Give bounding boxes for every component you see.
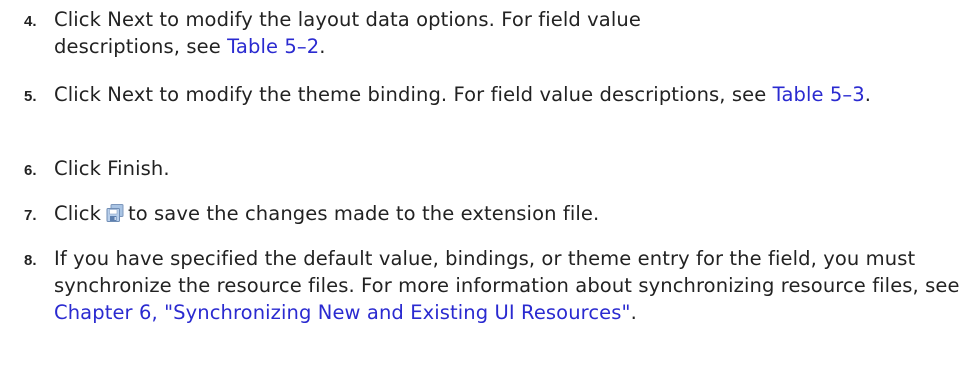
step-text-after: to save the changes made to the extensio… bbox=[127, 202, 600, 225]
step-text-after: . bbox=[630, 301, 637, 324]
step-number: 4. bbox=[24, 13, 37, 30]
step-text-before: Click bbox=[54, 202, 101, 225]
step-text: Click to save the changes made to the ex… bbox=[54, 200, 974, 227]
step-text-before: Click Next to modify the theme binding. … bbox=[54, 83, 773, 106]
step-number: 5. bbox=[24, 88, 37, 105]
step-number: 7. bbox=[24, 207, 37, 224]
table-5-3-link[interactable]: Table 5–3 bbox=[773, 83, 865, 106]
step-text: Click Next to modify the theme binding. … bbox=[54, 81, 954, 108]
step-text-before: Click Next to modify the layout data opt… bbox=[54, 8, 641, 58]
table-5-2-link[interactable]: Table 5–2 bbox=[227, 35, 319, 58]
step-number: 6. bbox=[24, 162, 37, 179]
step-text-after: . bbox=[319, 35, 326, 58]
save-all-icon bbox=[105, 203, 125, 223]
chapter-6-link[interactable]: Chapter 6, "Synchronizing New and Existi… bbox=[54, 301, 631, 324]
step-number: 8. bbox=[24, 252, 37, 269]
step-text: Click Finish. bbox=[54, 157, 170, 180]
step-text: Click Next to modify the layout data opt… bbox=[54, 6, 694, 60]
step-text-after: . bbox=[864, 83, 872, 106]
step-text-before: If you have specified the default value,… bbox=[54, 247, 960, 297]
step-text: If you have specified the default value,… bbox=[54, 245, 966, 326]
